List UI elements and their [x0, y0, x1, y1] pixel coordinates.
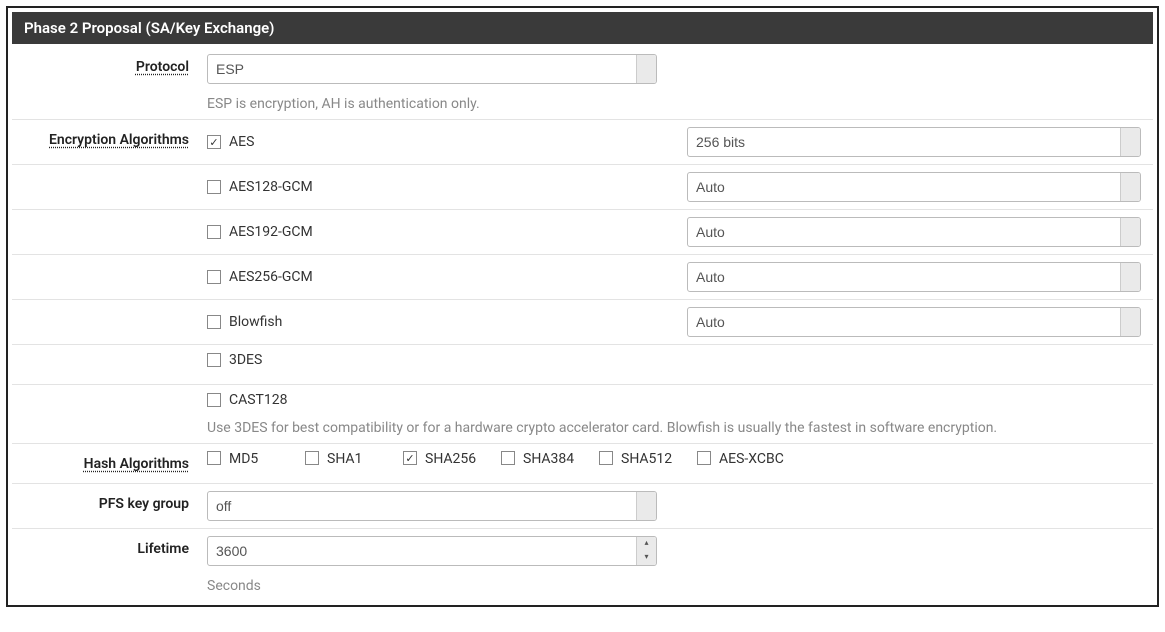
- label-encryption: [12, 217, 207, 222]
- row-hash: Hash Algorithms MD5 SHA1 SHA256 SHA384 SHA51…: [12, 443, 1153, 483]
- row-encryption-aes256-gcm: AES256-GCM Auto: [12, 254, 1153, 299]
- label-lifetime: Lifetime: [12, 536, 207, 557]
- enc-option-aes[interactable]: AES: [207, 134, 254, 150]
- enc-option-aes128-gcm[interactable]: AES128-GCM: [207, 179, 313, 195]
- hash-option-label: SHA384: [523, 451, 574, 467]
- enc-keysize-select-aes128-gcm[interactable]: Auto: [687, 172, 1141, 202]
- label-hash: Hash Algorithms: [12, 451, 207, 472]
- label-encryption: [12, 172, 207, 177]
- hash-option-sha256[interactable]: SHA256: [403, 451, 501, 467]
- checkbox-icon[interactable]: [403, 451, 417, 465]
- hash-option-label: SHA512: [621, 451, 672, 467]
- hash-option-sha512[interactable]: SHA512: [599, 451, 697, 467]
- protocol-select[interactable]: ESP: [207, 54, 657, 84]
- enc-keysize-select-blowfish[interactable]: Auto: [687, 307, 1141, 337]
- checkbox-icon[interactable]: [207, 393, 221, 407]
- hash-option-label: SHA1: [327, 451, 362, 467]
- lifetime-input[interactable]: [207, 536, 657, 566]
- config-panel: Phase 2 Proposal (SA/Key Exchange) Proto…: [6, 6, 1159, 607]
- row-encryption-3des: 3DES: [12, 344, 1153, 384]
- hash-option-label: SHA256: [425, 451, 476, 467]
- enc-option-aes192-gcm[interactable]: AES192-GCM: [207, 224, 313, 240]
- hash-option-label: MD5: [229, 451, 258, 467]
- pfs-select[interactable]: off: [207, 491, 657, 521]
- row-encryption-aes: Encryption Algorithms AES 256 bits: [12, 119, 1153, 164]
- form-body: Protocol ESP ESP is encryption, AH is au…: [12, 44, 1153, 601]
- checkbox-icon[interactable]: [207, 180, 221, 194]
- enc-keysize-select-aes256-gcm[interactable]: Auto: [687, 262, 1141, 292]
- enc-option-label: CAST128: [229, 392, 288, 408]
- label-encryption: [12, 352, 207, 357]
- row-encryption-aes128-gcm: AES128-GCM Auto: [12, 164, 1153, 209]
- label-encryption: [12, 262, 207, 267]
- enc-keysize-select-aes192-gcm[interactable]: Auto: [687, 217, 1141, 247]
- checkbox-icon[interactable]: [207, 135, 221, 149]
- encryption-help: Use 3DES for best compatibility or for a…: [207, 420, 1141, 436]
- row-encryption-aes192-gcm: AES192-GCM Auto: [12, 209, 1153, 254]
- panel-title: Phase 2 Proposal (SA/Key Exchange): [12, 12, 1153, 44]
- checkbox-icon[interactable]: [207, 315, 221, 329]
- enc-option-label: AES192-GCM: [229, 224, 313, 240]
- enc-option-label: Blowfish: [229, 314, 282, 330]
- row-encryption-blowfish: Blowfish Auto: [12, 299, 1153, 344]
- label-encryption: Encryption Algorithms: [12, 127, 207, 148]
- label-encryption: [12, 392, 207, 397]
- lifetime-unit: Seconds: [207, 578, 261, 594]
- enc-option-aes256-gcm[interactable]: AES256-GCM: [207, 269, 313, 285]
- checkbox-icon[interactable]: [207, 270, 221, 284]
- enc-option-blowfish[interactable]: Blowfish: [207, 314, 282, 330]
- hash-option-sha1[interactable]: SHA1: [305, 451, 403, 467]
- row-pfs: PFS key group off: [12, 483, 1153, 528]
- row-encryption-cast128: CAST128 Use 3DES for best compatibility o…: [12, 384, 1153, 443]
- enc-keysize-select-aes[interactable]: 256 bits: [687, 127, 1141, 157]
- checkbox-icon[interactable]: [207, 353, 221, 367]
- checkbox-icon[interactable]: [599, 451, 613, 465]
- protocol-help: ESP is encryption, AH is authentication …: [207, 96, 480, 112]
- row-lifetime: Lifetime Seconds: [12, 528, 1153, 601]
- hash-option-md5[interactable]: MD5: [207, 451, 305, 467]
- checkbox-icon[interactable]: [207, 225, 221, 239]
- checkbox-icon[interactable]: [501, 451, 515, 465]
- checkbox-icon[interactable]: [305, 451, 319, 465]
- hash-option-label: AES-XCBC: [719, 451, 784, 467]
- label-pfs: PFS key group: [12, 491, 207, 512]
- hash-option-aes-xcbc[interactable]: AES-XCBC: [697, 451, 795, 467]
- enc-option-3des[interactable]: 3DES: [207, 352, 262, 368]
- enc-option-label: AES256-GCM: [229, 269, 313, 285]
- checkbox-icon[interactable]: [697, 451, 711, 465]
- enc-option-label: AES128-GCM: [229, 179, 313, 195]
- enc-option-cast128[interactable]: CAST128: [207, 392, 288, 408]
- enc-option-label: 3DES: [229, 352, 262, 368]
- hash-option-sha384[interactable]: SHA384: [501, 451, 599, 467]
- enc-option-label: AES: [229, 134, 254, 150]
- label-protocol: Protocol: [12, 54, 207, 75]
- label-encryption: [12, 307, 207, 312]
- row-protocol: Protocol ESP ESP is encryption, AH is au…: [12, 44, 1153, 119]
- checkbox-icon[interactable]: [207, 451, 221, 465]
